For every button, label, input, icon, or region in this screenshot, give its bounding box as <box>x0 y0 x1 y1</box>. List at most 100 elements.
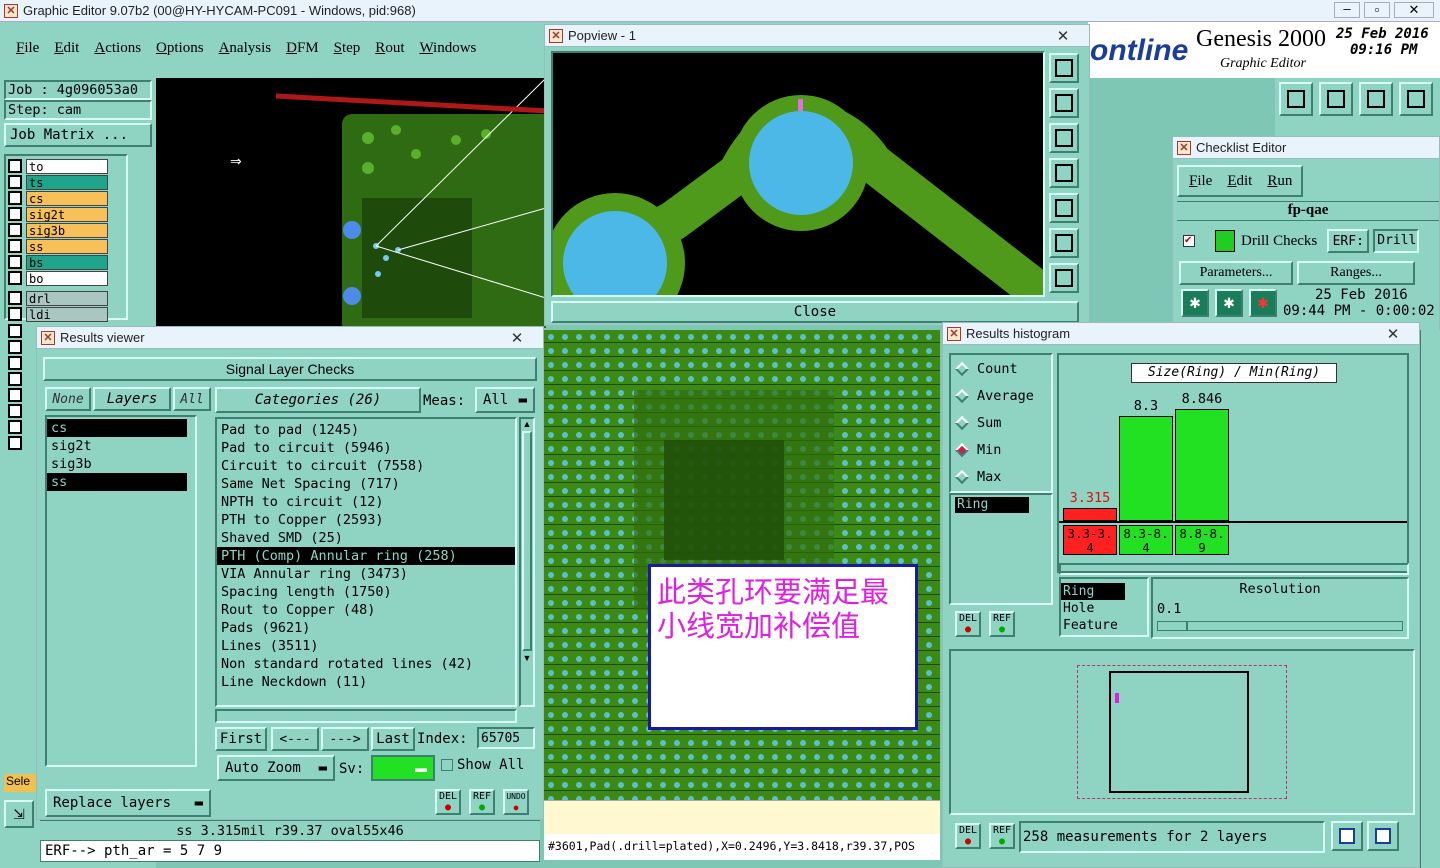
layer-checkbox[interactable] <box>8 324 22 338</box>
checklist-menu-run[interactable]: Run <box>1267 173 1292 190</box>
checklist-menu-file[interactable]: File <box>1189 173 1212 190</box>
first-button[interactable]: First <box>215 727 267 751</box>
parameters-button[interactable]: Parameters... <box>1179 261 1293 285</box>
run-icon-3[interactable]: ✱ <box>1249 289 1277 317</box>
histogram-del-button[interactable]: DEL ● <box>955 611 981 637</box>
result-layer-item[interactable]: ss <box>47 473 187 491</box>
layer-checkbox[interactable] <box>8 207 22 221</box>
menu-actions[interactable]: Actions <box>94 40 141 57</box>
histogram-ref-button[interactable]: REF ● <box>989 611 1015 637</box>
run-icon-2[interactable]: ✱ <box>1215 289 1243 317</box>
close-icon[interactable]: ✕ <box>499 329 535 347</box>
toolbar-btn-3[interactable] <box>1359 82 1393 116</box>
checklist-menu-edit[interactable]: Edit <box>1227 173 1252 190</box>
close-icon[interactable]: ✕ <box>1045 27 1081 45</box>
category-item[interactable]: Pad to pad (1245) <box>217 421 515 439</box>
layer-checkbox[interactable] <box>8 191 22 205</box>
scroll-thumb[interactable] <box>522 431 532 651</box>
zoom-out-button[interactable] <box>1049 263 1079 293</box>
layer-checkbox[interactable] <box>8 436 22 450</box>
slider-thumb[interactable] <box>1158 622 1188 630</box>
layer-label[interactable]: sig3b <box>26 222 108 238</box>
job-matrix-button[interactable]: Job Matrix ... <box>4 123 152 147</box>
layer-label[interactable]: cs <box>26 190 108 206</box>
radio-icon[interactable] <box>954 442 970 457</box>
layer-row[interactable]: cs <box>6 190 126 206</box>
resolution-slider[interactable] <box>1157 621 1403 631</box>
next-button[interactable]: ---> <box>321 727 369 751</box>
category-scrollbar[interactable]: ▲ ▼ <box>519 417 535 707</box>
layer-label[interactable]: to <box>26 158 108 174</box>
close-icon[interactable]: ✕ <box>1375 325 1411 343</box>
menu-edit[interactable]: Edit <box>54 40 79 57</box>
layer-row[interactable]: ts <box>6 174 126 190</box>
pointer-tool-button[interactable]: ⇲ <box>4 800 34 828</box>
layer-label[interactable]: bs <box>26 254 108 270</box>
category-item[interactable]: Lines (3511) <box>217 637 515 655</box>
radio-icon[interactable] <box>954 361 970 376</box>
menu-windows[interactable]: Windows <box>419 40 476 57</box>
menu-step[interactable]: Step <box>334 40 361 57</box>
category-item[interactable]: Line Neckdown (11) <box>217 673 515 691</box>
layer-row[interactable]: ss <box>6 238 126 254</box>
histogram-preview[interactable] <box>949 649 1415 815</box>
print-button[interactable] <box>1367 821 1399 851</box>
all-layers-button[interactable]: All <box>173 387 211 411</box>
popview-canvas[interactable] <box>551 51 1045 297</box>
layer-checkbox[interactable] <box>8 307 22 321</box>
toolbar-btn-4[interactable] <box>1399 82 1433 116</box>
measure-item[interactable]: Feature <box>1061 617 1125 634</box>
pan-down-button[interactable] <box>1049 123 1079 153</box>
aggregate-option[interactable]: Min <box>951 436 1051 463</box>
menu-dfm[interactable]: DFM <box>286 40 319 57</box>
category-item[interactable]: NPTH to circuit (12) <box>217 493 515 511</box>
category-item[interactable]: Spacing length (1750) <box>217 583 515 601</box>
result-layer-item[interactable]: sig2t <box>47 437 187 455</box>
erf-value[interactable]: Drill <box>1373 229 1420 253</box>
ranges-button[interactable]: Ranges... <box>1297 261 1415 285</box>
aggregate-option[interactable]: Average <box>951 382 1051 409</box>
menu-analysis[interactable]: Analysis <box>219 40 272 57</box>
pan-in-button[interactable] <box>1049 158 1079 188</box>
replace-layers-dropdown[interactable]: Replace layers ▬ <box>45 789 211 817</box>
layer-label[interactable]: ss <box>26 238 108 254</box>
aggregate-option[interactable]: Count <box>951 355 1051 382</box>
layer-label[interactable]: sig2t <box>26 206 108 222</box>
layer-row[interactable]: sig2t <box>6 206 126 222</box>
ref-button[interactable]: REF ● <box>469 789 495 815</box>
categories-button[interactable]: Categories (26) <box>215 387 421 413</box>
histogram-bar[interactable] <box>1175 409 1229 521</box>
result-layer-item[interactable]: cs <box>47 419 187 437</box>
layer-checkbox[interactable] <box>8 223 22 237</box>
aggregate-option[interactable]: Max <box>951 463 1051 490</box>
category-item[interactable]: Pads (9621) <box>217 619 515 637</box>
preview-del-button[interactable]: DEL ● <box>955 823 981 849</box>
category-item[interactable]: Shaved SMD (25) <box>217 529 515 547</box>
layer-checkbox[interactable] <box>8 420 22 434</box>
graphic-canvas[interactable]: ⇒ <box>156 78 546 328</box>
result-layer-item[interactable]: sig3b <box>47 455 187 473</box>
layer-row[interactable]: drl <box>6 290 126 306</box>
none-button[interactable]: None <box>45 387 91 411</box>
layer-checkbox[interactable] <box>8 388 22 402</box>
export-button[interactable] <box>1331 821 1363 851</box>
menu-file[interactable]: File <box>16 40 39 57</box>
histogram-bar[interactable] <box>1119 416 1173 521</box>
last-button[interactable]: Last <box>371 727 415 751</box>
category-item[interactable]: VIA Annular ring (3473) <box>217 565 515 583</box>
scroll-down-icon[interactable]: ▼ <box>521 653 533 663</box>
histogram-list-item[interactable]: Ring <box>955 497 1029 513</box>
zoom-fit-button[interactable] <box>1049 228 1079 258</box>
toolbar-btn-1[interactable] <box>1279 82 1313 116</box>
layer-row[interactable]: ldi <box>6 306 126 322</box>
layer-label[interactable]: ts <box>26 174 108 190</box>
check-row[interactable]: ✔ Drill Checks ERF: Drill <box>1183 229 1420 253</box>
layer-checkbox[interactable] <box>8 356 22 370</box>
layer-row[interactable]: to <box>6 158 126 174</box>
category-item[interactable]: Rout to Copper (48) <box>217 601 515 619</box>
pan-out-button[interactable] <box>1049 193 1079 223</box>
pan-left-button[interactable] <box>1049 53 1079 83</box>
layer-checkbox[interactable] <box>8 340 22 354</box>
layer-checkbox[interactable] <box>8 239 22 253</box>
layer-checkbox[interactable] <box>8 175 22 189</box>
